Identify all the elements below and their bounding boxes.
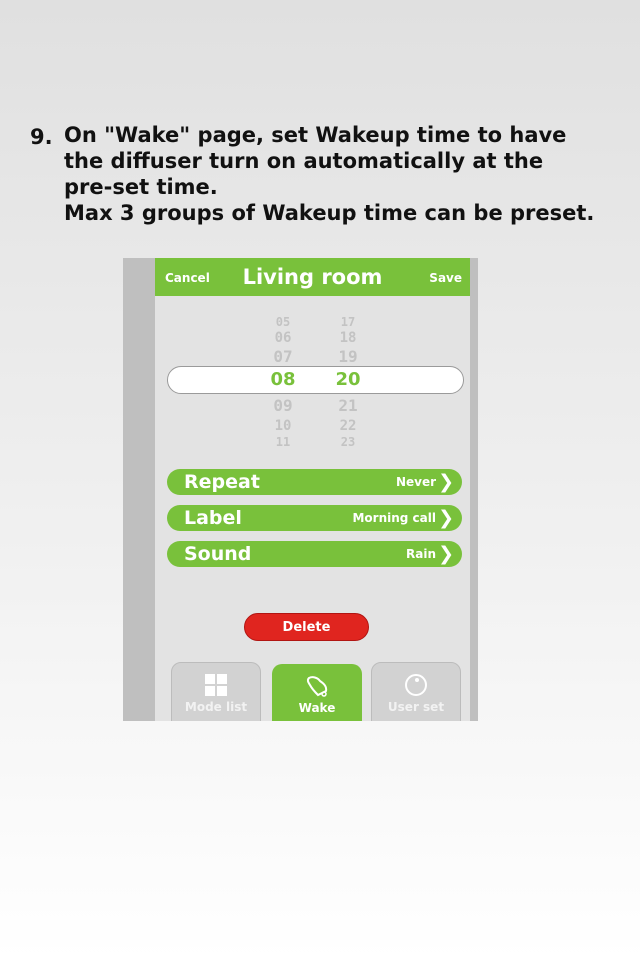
tab-user-set[interactable]: User set: [371, 662, 461, 721]
hour-option[interactable]: 07: [253, 347, 313, 366]
minute-option[interactable]: 22: [318, 418, 378, 434]
picker-selection-bar: [167, 366, 464, 394]
instruction-line: On "Wake" page, set Wakeup time to have: [64, 123, 567, 147]
header-bar: Cancel Living room Save: [155, 258, 470, 296]
phone-frame: Cancel Living room Save 05 06 07 17 18 1…: [123, 258, 478, 721]
repeat-value: Never: [395, 475, 436, 489]
hour-option[interactable]: 10: [253, 418, 313, 434]
tab-mode-list[interactable]: Mode list: [171, 662, 261, 721]
instruction-lines: On "Wake" page, set Wakeup time to have …: [64, 122, 594, 226]
chevron-right-icon: ❯: [438, 471, 454, 493]
minute-option[interactable]: 21: [318, 396, 378, 415]
sound-value: Rain: [406, 547, 436, 561]
label-label: Label: [184, 507, 242, 529]
grid-icon: [172, 673, 260, 697]
hour-option[interactable]: 05: [253, 315, 313, 329]
chevron-right-icon: ❯: [438, 507, 454, 529]
tab-label: Wake: [298, 701, 336, 715]
tab-label: Mode list: [184, 700, 248, 714]
instruction-line: Max 3 groups of Wakeup time can be prese…: [64, 201, 595, 225]
hour-option[interactable]: 11: [253, 435, 313, 449]
label-setting-row[interactable]: Label Morning call ❯: [167, 505, 462, 531]
hour-option[interactable]: 09: [253, 396, 313, 415]
minute-option[interactable]: 17: [318, 315, 378, 329]
tab-label: User set: [387, 700, 445, 714]
minute-option[interactable]: 18: [318, 330, 378, 346]
minute-option[interactable]: 19: [318, 347, 378, 366]
selected-hour[interactable]: 08: [253, 369, 313, 390]
delete-button[interactable]: Delete: [244, 613, 369, 641]
selected-minute[interactable]: 20: [318, 369, 378, 390]
chevron-right-icon: ❯: [438, 543, 454, 565]
repeat-setting-row[interactable]: Repeat Never ❯: [167, 469, 462, 495]
step-number: 9.: [30, 125, 53, 149]
tab-wake[interactable]: Wake: [272, 664, 362, 721]
app-screen: Cancel Living room Save 05 06 07 17 18 1…: [155, 258, 470, 721]
page-title: Living room: [242, 265, 383, 289]
minute-option[interactable]: 23: [318, 435, 378, 449]
label-value: Morning call: [352, 511, 436, 525]
sound-label: Sound: [184, 543, 252, 565]
user-icon: [372, 673, 460, 697]
save-button[interactable]: Save: [429, 271, 462, 285]
repeat-label: Repeat: [184, 471, 260, 493]
bell-icon: [272, 674, 362, 698]
sound-setting-row[interactable]: Sound Rain ❯: [167, 541, 462, 567]
hour-option[interactable]: 06: [253, 330, 313, 346]
instruction-line: pre-set time.: [64, 175, 218, 199]
instruction-line: the diffuser turn on automatically at th…: [64, 149, 544, 173]
